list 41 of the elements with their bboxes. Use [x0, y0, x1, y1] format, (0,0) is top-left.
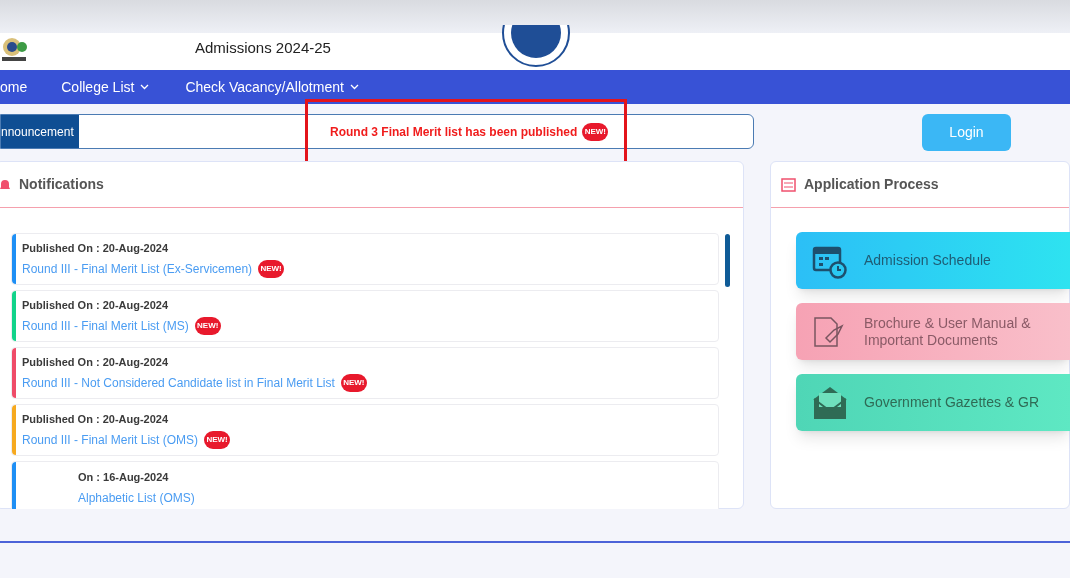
- announcement-label: nnouncement: [1, 115, 79, 148]
- published-date: On : 16-Aug-2024: [78, 470, 169, 486]
- new-badge: NEW!: [194, 316, 221, 335]
- notification-link[interactable]: Alphabetic List (OMS): [78, 488, 195, 507]
- notification-link[interactable]: Round III - Final Merit List (Ex-Servicemen): [22, 259, 253, 278]
- published-date: Published On : 20-Aug-2024: [22, 298, 169, 314]
- nav-link[interactable]: Check Vacancy/Allotment: [185, 76, 359, 98]
- new-badge: NEW!: [340, 373, 367, 392]
- notification-link[interactable]: Round III - Final Merit List (OMS): [22, 430, 199, 449]
- published-date: Published On : 20-Aug-2024: [22, 412, 169, 428]
- notification-link[interactable]: Round III - Final Merit List (MS): [22, 316, 189, 335]
- chevron-down-icon: [349, 84, 359, 90]
- notification-link[interactable]: Round III - Not Considered Candidate list in Final Merit List: [22, 373, 335, 392]
- process-tile[interactable]: Government Gazettes & GR: [796, 374, 1070, 431]
- card-title: Application Process: [804, 175, 939, 194]
- published-date: Published On : 20-Aug-2024: [22, 241, 169, 257]
- notification-item[interactable]: Published On : 20-Aug-2024 Round III - Not Considered Candidate list in Final Merit List NEW!: [11, 347, 719, 399]
- new-badge: NEW!: [204, 430, 231, 449]
- tile-label: Admission Schedule: [864, 252, 992, 269]
- nav-link[interactable]: College List: [61, 76, 150, 98]
- envelope-letter-icon: [812, 384, 848, 421]
- login-button[interactable]: Login: [922, 114, 1011, 151]
- scrollbar-thumb[interactable]: [725, 234, 730, 287]
- chevron-down-icon: [140, 84, 150, 90]
- notification-item[interactable]: On : 16-Aug-2024 Alphabetic List (OMS): [11, 461, 719, 509]
- published-date: Published On : 20-Aug-2024: [22, 355, 169, 371]
- notification-item[interactable]: Published On : 20-Aug-2024 Round III - Final Merit List (OMS) NEW!: [11, 404, 719, 456]
- notification-item[interactable]: Published On : 20-Aug-2024 Round III - Final Merit List (Ex-Servicemen) NEW!: [11, 233, 719, 285]
- card-title: Notifications: [19, 175, 104, 194]
- process-tile[interactable]: Admission Schedule: [796, 232, 1070, 289]
- notification-item[interactable]: Published On : 20-Aug-2024 Round III - Final Merit List (MS) NEW!: [11, 290, 719, 342]
- nav-link[interactable]: ome: [0, 76, 28, 98]
- header-subtitle: Admissions 2024-25: [195, 38, 331, 58]
- tile-label: Government Gazettes & GR: [864, 394, 1041, 411]
- new-badge: NEW!: [258, 259, 285, 278]
- new-badge: NEW!: [582, 122, 609, 141]
- checklist-icon: [781, 177, 796, 192]
- tile-label: Brochure & User Manual & Important Documents: [864, 314, 1032, 349]
- announcement-message[interactable]: Round 3 Final Merit list has been published: [330, 122, 578, 141]
- bell-icon: [0, 178, 11, 191]
- process-tile[interactable]: Brochure & User Manual & Important Documents: [796, 303, 1070, 360]
